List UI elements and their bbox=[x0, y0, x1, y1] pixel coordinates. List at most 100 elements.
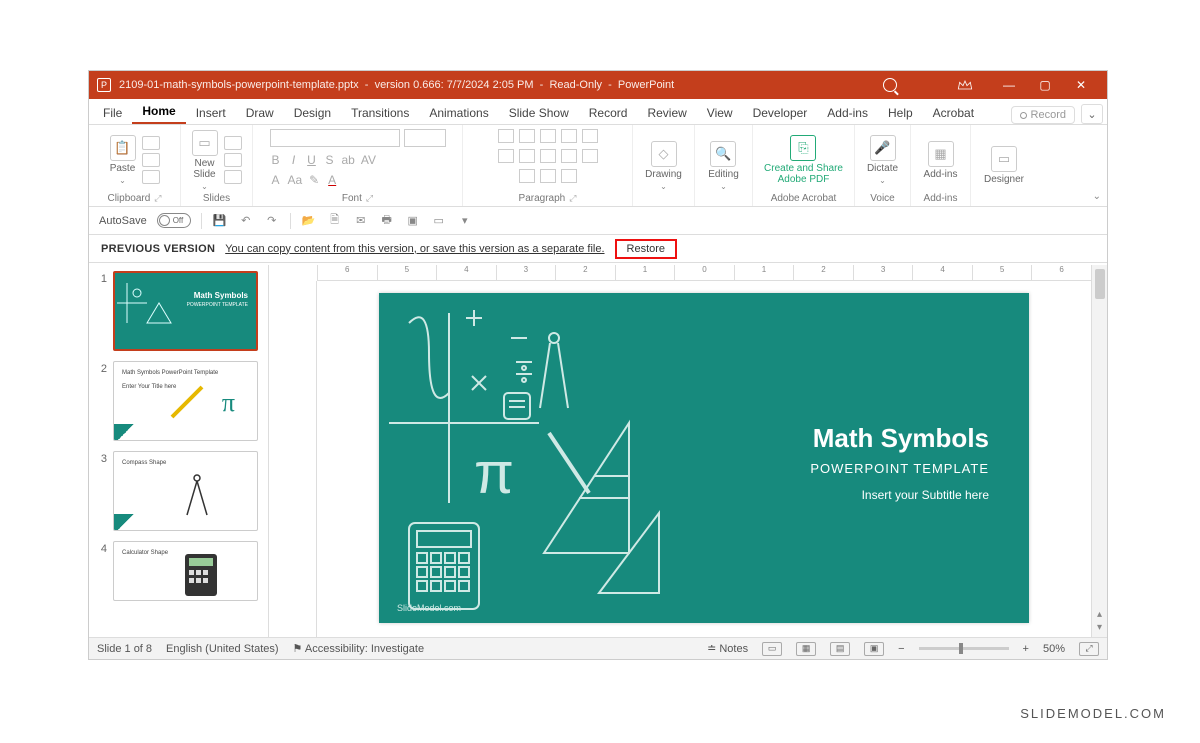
editing-button[interactable]: 🔍Editing⌄ bbox=[708, 141, 739, 191]
columns-button[interactable] bbox=[582, 149, 598, 163]
char-spacing-button[interactable]: AV bbox=[361, 153, 376, 167]
collapse-ribbon-button[interactable]: ⌄ bbox=[1081, 104, 1103, 124]
strike-button[interactable]: S bbox=[324, 153, 336, 167]
previous-version-message[interactable]: You can copy content from this version, … bbox=[225, 243, 604, 255]
new-icon[interactable]: 🗎 bbox=[327, 213, 343, 229]
undo-icon[interactable]: ↶ bbox=[238, 213, 254, 229]
tab-acrobat[interactable]: Acrobat bbox=[923, 101, 984, 124]
tab-draw[interactable]: Draw bbox=[236, 101, 284, 124]
tab-help[interactable]: Help bbox=[878, 101, 923, 124]
shadow-button[interactable]: ab bbox=[342, 153, 355, 167]
tab-design[interactable]: Design bbox=[284, 101, 341, 124]
slide-subtitle[interactable]: POWERPOINT TEMPLATE bbox=[810, 461, 989, 476]
zoom-out-button[interactable]: − bbox=[898, 643, 904, 655]
tab-transitions[interactable]: Transitions bbox=[341, 101, 419, 124]
prev-slide-icon[interactable]: ▴ bbox=[1097, 609, 1102, 620]
slide-title[interactable]: Math Symbols bbox=[813, 423, 989, 454]
ribbon-collapse-chevron[interactable]: ⌄ bbox=[1037, 125, 1107, 206]
paste-button[interactable]: 📋 Paste⌄ bbox=[110, 135, 136, 185]
layout-button[interactable] bbox=[224, 136, 242, 150]
italic-button[interactable]: I bbox=[288, 153, 300, 167]
font-color-button[interactable]: A bbox=[326, 173, 338, 187]
tab-home[interactable]: Home bbox=[132, 99, 185, 124]
normal-view-button[interactable]: ▭ bbox=[762, 642, 782, 656]
dialog-launcher-icon[interactable]: ⤢ bbox=[154, 193, 161, 204]
underline-button[interactable]: U bbox=[306, 153, 318, 167]
tab-add-ins[interactable]: Add-ins bbox=[817, 101, 878, 124]
change-case-button[interactable]: Aa bbox=[288, 173, 303, 187]
align-left-button[interactable] bbox=[498, 149, 514, 163]
tab-slide-show[interactable]: Slide Show bbox=[499, 101, 579, 124]
close-button[interactable]: ✕ bbox=[1063, 78, 1099, 92]
tab-developer[interactable]: Developer bbox=[743, 101, 818, 124]
autosave-toggle[interactable]: Off bbox=[157, 213, 191, 228]
align-right-button[interactable] bbox=[540, 149, 556, 163]
zoom-slider[interactable] bbox=[919, 647, 1009, 650]
slide-thumbnail-4[interactable]: Calculator Shape bbox=[113, 541, 258, 601]
tab-animations[interactable]: Animations bbox=[419, 101, 498, 124]
search-icon[interactable] bbox=[883, 78, 897, 92]
slideshow-view-button[interactable]: ▣ bbox=[864, 642, 884, 656]
tab-file[interactable]: File bbox=[93, 101, 132, 124]
bold-button[interactable]: B bbox=[270, 153, 282, 167]
sorter-view-button[interactable]: ▦ bbox=[796, 642, 816, 656]
open-icon[interactable]: 📂 bbox=[301, 213, 317, 229]
align-center-button[interactable] bbox=[519, 149, 535, 163]
new-slide-button[interactable]: ▭ New Slide⌄ bbox=[192, 130, 218, 191]
quick-print-icon[interactable]: 🖶 bbox=[379, 213, 395, 229]
section-button[interactable] bbox=[224, 170, 242, 184]
create-share-pdf-button[interactable]: ⎘Create and Share Adobe PDF bbox=[764, 135, 843, 185]
format-painter-button[interactable] bbox=[142, 170, 160, 184]
minimize-button[interactable]: — bbox=[991, 78, 1027, 92]
text-direction-button[interactable] bbox=[519, 169, 535, 183]
maximize-button[interactable]: ▢ bbox=[1027, 78, 1063, 92]
font-name-combo[interactable] bbox=[270, 129, 400, 147]
save-icon[interactable]: 💾 bbox=[212, 213, 228, 229]
clear-format-button[interactable]: A bbox=[270, 173, 282, 187]
tab-review[interactable]: Review bbox=[637, 101, 696, 124]
indent-dec-button[interactable] bbox=[540, 129, 556, 143]
redo-icon[interactable]: ↷ bbox=[264, 213, 280, 229]
reading-view-button[interactable]: ▤ bbox=[830, 642, 850, 656]
cut-button[interactable] bbox=[142, 136, 160, 150]
indent-inc-button[interactable] bbox=[561, 129, 577, 143]
designer-button[interactable]: ▭Designer bbox=[984, 146, 1024, 185]
record-button[interactable]: Record bbox=[1011, 106, 1075, 124]
present-icon[interactable]: ▣ bbox=[405, 213, 421, 229]
zoom-in-button[interactable]: + bbox=[1023, 643, 1029, 655]
tab-view[interactable]: View bbox=[697, 101, 743, 124]
slide-thumbnail-1[interactable]: Math Symbols POWERPOINT TEMPLATE bbox=[113, 271, 258, 351]
touch-mode-icon[interactable]: ▭ bbox=[431, 213, 447, 229]
bullets-button[interactable] bbox=[498, 129, 514, 143]
dialog-launcher-icon[interactable]: ⤢ bbox=[366, 193, 373, 204]
align-text-button[interactable] bbox=[540, 169, 556, 183]
fit-to-window-button[interactable]: ⤢ bbox=[1079, 642, 1099, 656]
slide-editor[interactable]: 6543210123456 bbox=[269, 265, 1107, 637]
language-indicator[interactable]: English (United States) bbox=[166, 643, 279, 655]
line-spacing-button[interactable] bbox=[582, 129, 598, 143]
slide-subtext[interactable]: Insert your Subtitle here bbox=[862, 488, 989, 502]
smartart-button[interactable] bbox=[561, 169, 577, 183]
slide-thumbnail-panel[interactable]: 1 Math Symbols POWERPOINT TEMPLATE 2 Mat… bbox=[89, 265, 269, 637]
slide-counter[interactable]: Slide 1 of 8 bbox=[97, 643, 152, 655]
next-slide-icon[interactable]: ▾ bbox=[1097, 622, 1102, 633]
vertical-scrollbar[interactable]: ▴▾ bbox=[1091, 265, 1107, 637]
font-size-combo[interactable] bbox=[404, 129, 446, 147]
premium-icon[interactable] bbox=[957, 79, 973, 91]
dialog-launcher-icon[interactable]: ⤢ bbox=[569, 193, 576, 204]
slide-canvas[interactable]: π Math Symbols POWERPOINT TEMPLATE Inser… bbox=[379, 293, 1029, 623]
tab-insert[interactable]: Insert bbox=[186, 101, 236, 124]
highlight-button[interactable]: ✎ bbox=[308, 173, 320, 187]
notes-button[interactable]: ≐ Notes bbox=[707, 642, 748, 655]
tab-record[interactable]: Record bbox=[579, 101, 638, 124]
justify-button[interactable] bbox=[561, 149, 577, 163]
email-icon[interactable]: ✉ bbox=[353, 213, 369, 229]
drawing-button[interactable]: ◇Drawing⌄ bbox=[645, 141, 682, 191]
addins-button[interactable]: ▦Add-ins bbox=[924, 141, 958, 180]
slide-thumbnail-2[interactable]: Math Symbols PowerPoint Template Enter Y… bbox=[113, 361, 258, 441]
restore-button[interactable]: Restore bbox=[615, 239, 678, 259]
numbering-button[interactable] bbox=[519, 129, 535, 143]
zoom-level[interactable]: 50% bbox=[1043, 643, 1065, 655]
slide-thumbnail-3[interactable]: Compass Shape bbox=[113, 451, 258, 531]
reset-button[interactable] bbox=[224, 153, 242, 167]
